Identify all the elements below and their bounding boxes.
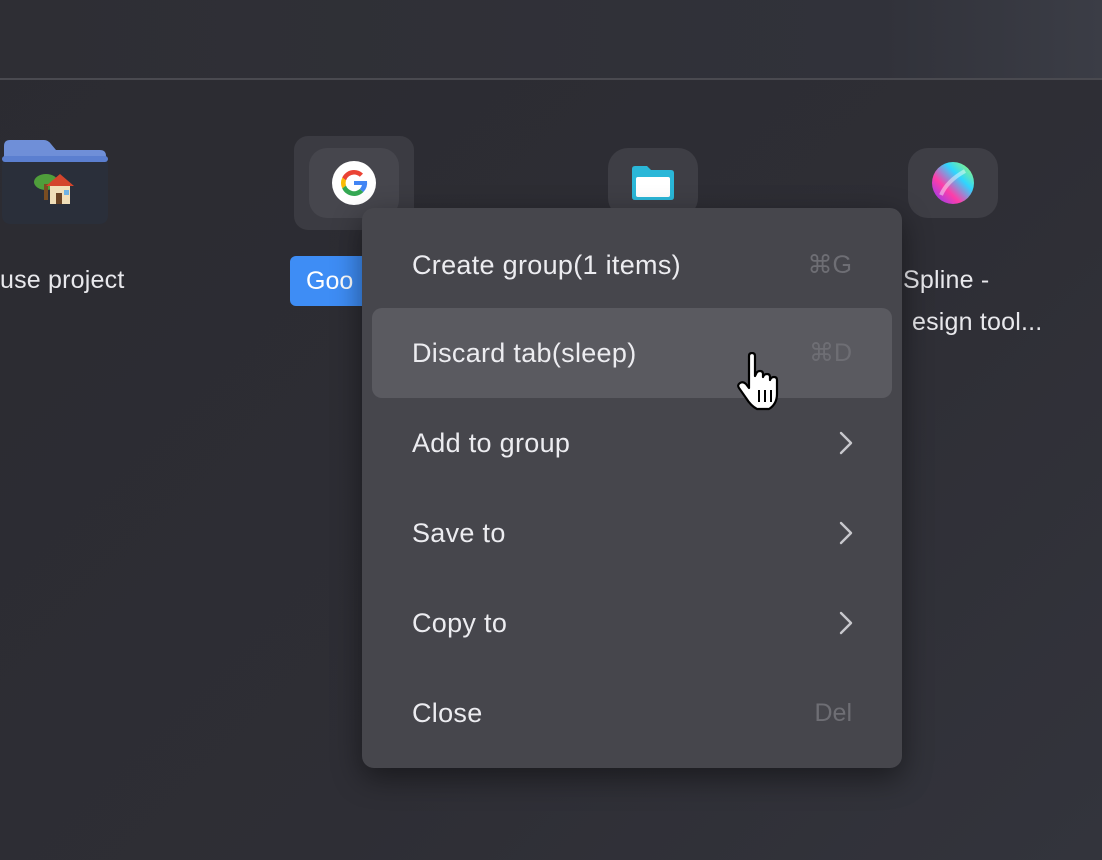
menu-item-copy-to[interactable]: Copy to <box>372 578 892 668</box>
spline-gradient-icon <box>932 162 974 204</box>
hand-pointer-cursor-icon <box>737 352 779 411</box>
menu-item-label: Discard tab(sleep) <box>412 338 637 368</box>
menu-item-label: Save to <box>412 518 506 548</box>
folder-house-icon <box>2 140 108 224</box>
chevron-right-icon <box>839 521 853 545</box>
folder-icon <box>632 166 674 200</box>
menu-item-close[interactable]: Close Del <box>372 668 892 758</box>
google-g-icon <box>332 161 376 205</box>
menu-item-label: Add to group <box>412 428 571 458</box>
menu-item-label: Create group(1 items) <box>412 250 681 280</box>
chevron-right-icon <box>839 611 853 635</box>
menu-item-shortcut: Del <box>814 699 852 727</box>
tile-label: use project <box>0 266 125 294</box>
tile-label-line1: Spline - <box>903 266 990 294</box>
context-menu: Create group(1 items) ⌘G Discard tab(sle… <box>362 208 902 768</box>
menu-item-shortcut: ⌘D <box>808 339 852 367</box>
top-bar <box>0 0 1102 80</box>
menu-item-save-to[interactable]: Save to <box>372 488 892 578</box>
chevron-right-icon <box>839 431 853 455</box>
menu-item-shortcut: ⌘G <box>807 251 852 279</box>
menu-item-add-to-group[interactable]: Add to group <box>372 398 892 488</box>
menu-item-label: Copy to <box>412 608 508 638</box>
menu-item-discard-tab[interactable]: Discard tab(sleep) ⌘D <box>372 308 892 398</box>
tile-label-line2: esign tool... <box>912 308 1043 336</box>
tile-icon-box <box>908 148 998 218</box>
menu-item-create-group[interactable]: Create group(1 items) ⌘G <box>372 220 892 310</box>
menu-item-label: Close <box>412 698 483 728</box>
